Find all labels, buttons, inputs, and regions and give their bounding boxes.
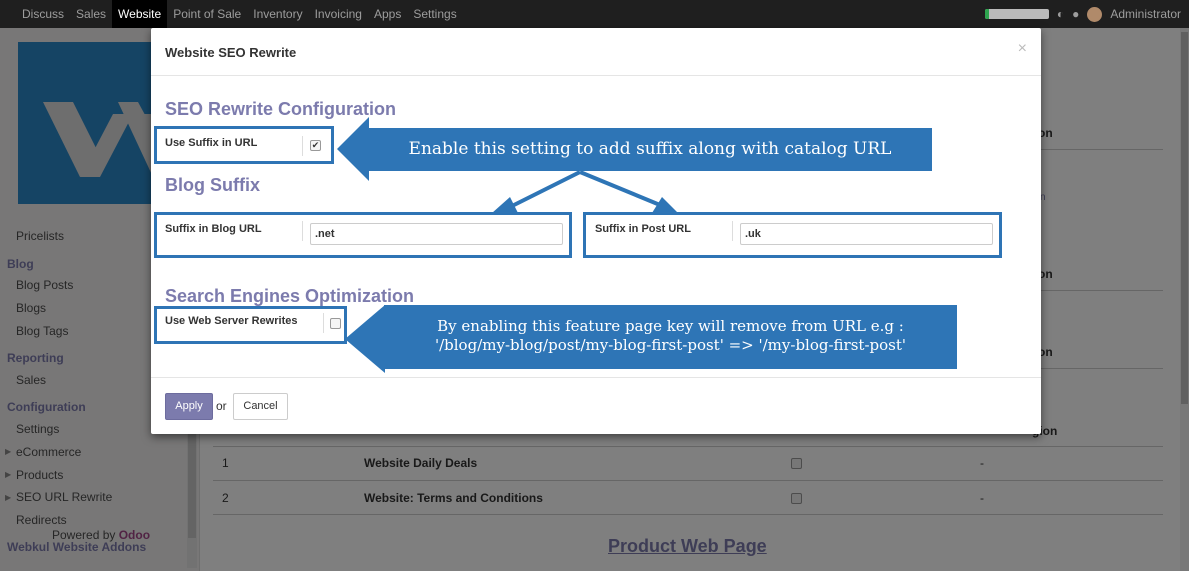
main-menu: Discuss Sales Website Point of Sale Inve…: [16, 0, 463, 28]
rewrite-callout-line-1: By enabling this feature page key will r…: [437, 317, 904, 335]
suffix-callout: Enable this setting to add suffix along …: [368, 128, 932, 171]
modal-footer-divider: [151, 377, 1041, 378]
menu-point-of-sale[interactable]: Point of Sale: [167, 0, 247, 28]
field-separator: [732, 221, 733, 241]
menu-inventory[interactable]: Inventory: [247, 0, 308, 28]
systray: ◐ ● Administrator: [984, 0, 1181, 28]
section-title-seo: Search Engines Optimization: [165, 286, 415, 306]
blog-url-suffix-label: Suffix in Blog URL: [165, 223, 262, 235]
top-navbar: Discuss Sales Website Point of Sale Inve…: [0, 0, 1189, 28]
rewrite-callout-line-2: '/blog/my-blog/post/my-blog-first-post' …: [434, 336, 906, 354]
section-title-blog-suffix: Blog Suffix: [165, 175, 260, 195]
callout-arrow-icon: [345, 305, 385, 373]
callout-arrow-icon: [337, 117, 369, 181]
use-suffix-checkbox[interactable]: ✔: [310, 140, 321, 151]
menu-sales[interactable]: Sales: [70, 0, 112, 28]
field-separator: [302, 221, 303, 241]
rewrite-callout: By enabling this feature page key will r…: [384, 305, 957, 369]
close-icon[interactable]: ×: [1018, 40, 1027, 58]
toggle-icon[interactable]: ◐: [1057, 7, 1064, 21]
post-url-suffix-label: Suffix in Post URL: [595, 223, 691, 235]
menu-apps[interactable]: Apps: [368, 0, 407, 28]
web-server-rewrites-checkbox[interactable]: [330, 318, 341, 329]
seo-rewrite-dialog: Website SEO Rewrite × SEO Rewrite Config…: [151, 28, 1041, 434]
web-server-rewrites-label: Use Web Server Rewrites: [165, 315, 298, 327]
modal-header: Website SEO Rewrite ×: [151, 28, 1041, 76]
cancel-button[interactable]: Cancel: [233, 393, 288, 420]
user-name[interactable]: Administrator: [1110, 7, 1181, 21]
modal-title: Website SEO Rewrite: [165, 45, 297, 60]
im-status-bar[interactable]: [984, 9, 1049, 19]
avatar[interactable]: [1087, 6, 1103, 22]
menu-settings[interactable]: Settings: [407, 0, 462, 28]
branch-arrows-icon: [492, 170, 678, 213]
use-suffix-label: Use Suffix in URL: [165, 137, 258, 149]
chat-icon[interactable]: ●: [1072, 7, 1079, 21]
blog-url-suffix-input[interactable]: .net: [310, 223, 563, 245]
menu-invoicing[interactable]: Invoicing: [309, 0, 368, 28]
or-label: or: [216, 399, 227, 413]
menu-discuss[interactable]: Discuss: [16, 0, 70, 28]
field-separator: [302, 136, 303, 156]
apply-button[interactable]: Apply: [165, 393, 213, 420]
field-separator: [323, 313, 324, 333]
post-url-suffix-input[interactable]: .uk: [740, 223, 993, 245]
menu-website[interactable]: Website: [112, 0, 168, 28]
